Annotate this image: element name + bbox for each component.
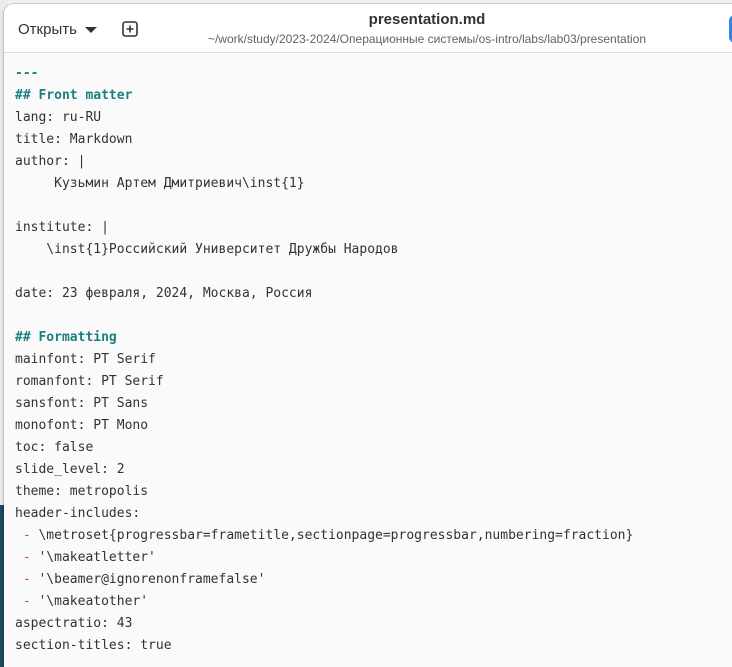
line-text: author: |: [15, 154, 86, 169]
line-text: monofont: PT Mono: [15, 418, 149, 433]
editor-line: title: Markdown: [15, 129, 633, 151]
editor-line: - '\makeatother': [15, 591, 633, 613]
editor-line: slide_level: 2: [15, 459, 633, 481]
line-text: sansfont: PT Sans: [15, 396, 149, 411]
header-bar: Открыть presentation.md ~/work/study/202…: [4, 4, 732, 53]
line-text: romanfont: PT Serif: [15, 374, 164, 389]
line-text: \inst{1}Российский Университет Дружбы На…: [15, 242, 399, 257]
open-button[interactable]: Открыть: [10, 15, 105, 43]
editor-line: sansfont: PT Sans: [15, 393, 633, 415]
editor-line: theme: metropolis: [15, 481, 633, 503]
editor-line: toc: false: [15, 437, 633, 459]
editor-line: - '\beamer@ignorenonframefalse': [15, 569, 633, 591]
new-document-button[interactable]: [118, 17, 142, 41]
line-text: lang: ru-RU: [15, 110, 102, 125]
editor-line: header-includes:: [15, 503, 633, 525]
editor-line: ## Front matter: [15, 85, 633, 107]
editor-line: lang: ru-RU: [15, 107, 633, 129]
line-text: aspectratio: 43: [15, 616, 133, 631]
chevron-down-icon: [84, 27, 97, 33]
editor-line: romanfont: PT Serif: [15, 371, 633, 393]
line-text: section-titles: true: [15, 638, 172, 653]
editor-line: section-titles: true: [15, 635, 633, 657]
editor-text[interactable]: --- ## Front matter lang: ru-RU title: Mark…: [15, 63, 633, 657]
desktop: Открыть presentation.md ~/work/study/202…: [0, 0, 732, 667]
open-button-label: Открыть: [18, 20, 77, 38]
list-marker: -: [15, 594, 31, 609]
list-marker: -: [15, 528, 31, 543]
window-title: presentation.md: [368, 11, 486, 28]
editor-line: date: 23 февраля, 2024, Москва, Россия: [15, 283, 633, 305]
editor-line: monofont: PT Mono: [15, 415, 633, 437]
editor-line: author: |: [15, 151, 633, 173]
editor-line: mainfont: PT Serif: [15, 349, 633, 371]
line-text: institute: |: [15, 220, 109, 235]
line-text: header-includes:: [15, 506, 141, 521]
line-text: toc: false: [15, 440, 94, 455]
editor-line: - '\makeatletter': [15, 547, 633, 569]
line-text: theme: metropolis: [15, 484, 149, 499]
editor-line: - \metroset{progressbar=frametitle,secti…: [15, 525, 634, 547]
list-marker: -: [15, 572, 31, 587]
editor-line: institute: |: [15, 217, 633, 239]
line-text: date: 23 февраля, 2024, Москва, Россия: [15, 286, 313, 301]
line-text: '\beamer@ignorenonframefalse': [30, 572, 266, 587]
line-text: Кузьмин Артем Дмитриевич\inst{1}: [15, 176, 305, 191]
markdown-heading: ## Front matter: [15, 88, 133, 103]
line-text: \metroset{progressbar=frametitle,section…: [30, 528, 634, 543]
line-text: slide_level: 2: [15, 462, 125, 477]
text-editor-area[interactable]: --- ## Front matter lang: ru-RU title: Mark…: [4, 53, 732, 667]
editor-line: aspectratio: 43: [15, 613, 633, 635]
line-text: '\makeatother': [30, 594, 149, 609]
file-path: ~/work/study/2023-2024/Операционные сист…: [207, 32, 647, 46]
editor-line: ## Formatting: [15, 327, 633, 349]
window-title-block: presentation.md ~/work/study/2023-2024/О…: [174, 11, 680, 47]
editor-line: ---: [15, 63, 633, 85]
editor-line: Кузьмин Артем Дмитриевич\inst{1}: [15, 173, 633, 195]
line-text: mainfont: PT Serif: [15, 352, 156, 367]
list-marker: -: [15, 550, 31, 565]
editor-line: \inst{1}Российский Университет Дружбы На…: [15, 239, 633, 261]
markdown-heading: ## Formatting: [15, 330, 117, 345]
line-text: '\makeatletter': [30, 550, 156, 565]
text-editor-window: Открыть presentation.md ~/work/study/202…: [4, 4, 732, 667]
plus-square-icon: [122, 21, 138, 37]
line-text: title: Markdown: [15, 132, 133, 147]
markdown-heading: ---: [15, 66, 39, 81]
